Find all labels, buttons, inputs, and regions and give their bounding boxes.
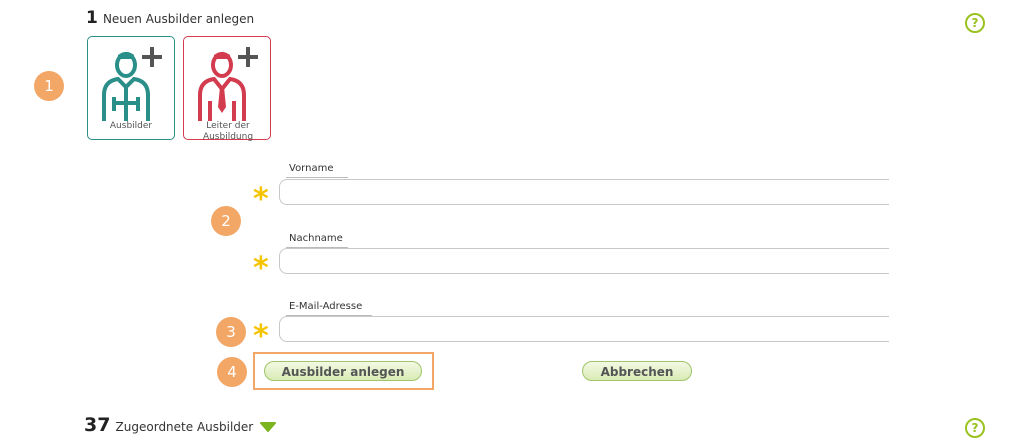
create-trainer-button[interactable]: Ausbilder anlegen (264, 361, 422, 381)
required-marker: * (253, 182, 269, 217)
add-training-manager-icon (198, 47, 258, 121)
trainer-type-card-ausbilder[interactable]: Ausbilder (87, 36, 175, 140)
lastname-input[interactable] (279, 248, 889, 274)
step-badge-2: 2 (211, 206, 241, 236)
help-icon[interactable]: ? (965, 418, 985, 438)
section-header-assigned-trainers[interactable]: 37 Zugeordnete Ausbilder (84, 414, 277, 436)
card-label: Ausbilder (109, 121, 153, 131)
email-input[interactable] (279, 316, 889, 342)
step-badge-1: 1 (34, 71, 64, 101)
section-number: 1 (86, 8, 98, 28)
section-header-new-trainer: 1 Neuen Ausbilder anlegen (86, 8, 254, 28)
step-badge-4: 4 (217, 357, 247, 387)
expand-triangle-icon[interactable] (260, 421, 277, 432)
section-title: Zugeordnete Ausbilder (115, 420, 254, 434)
section-title: Neuen Ausbilder anlegen (102, 12, 255, 26)
lastname-label: Nachname (289, 233, 343, 244)
step-badge-3: 3 (216, 317, 246, 347)
firstname-label: Vorname (289, 163, 334, 174)
firstname-input[interactable] (279, 179, 889, 205)
section-number: 37 (84, 414, 111, 436)
add-trainer-icon (102, 47, 162, 121)
card-label: Leiter der Ausbildung (202, 121, 254, 142)
label-underline (286, 177, 348, 178)
cancel-button[interactable]: Abbrechen (582, 361, 692, 381)
required-marker: * (253, 251, 269, 286)
email-label: E-Mail-Adresse (289, 301, 363, 312)
required-marker: * (253, 319, 269, 354)
trainer-type-card-leiter[interactable]: Leiter der Ausbildung (183, 36, 271, 142)
help-icon[interactable]: ? (965, 13, 985, 33)
